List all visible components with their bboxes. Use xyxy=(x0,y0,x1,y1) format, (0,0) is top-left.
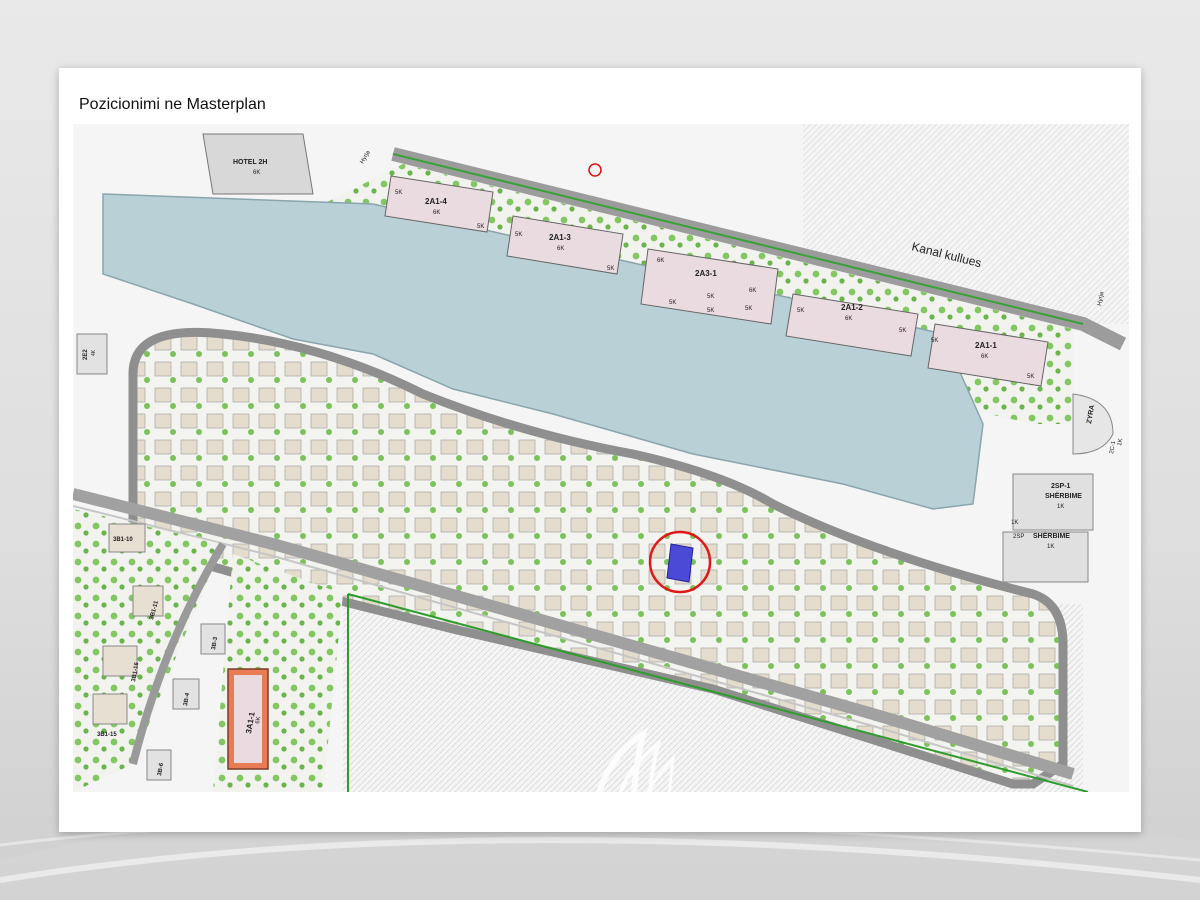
svg-text:6K: 6K xyxy=(433,210,440,216)
building-hotel-2h[interactable]: HOTEL 2H 6K xyxy=(202,133,314,195)
svg-text:5K: 5K xyxy=(931,338,938,344)
svg-text:6K: 6K xyxy=(255,716,262,724)
building-2sp-1[interactable]: 2SP-1 SHËRBIME 1K xyxy=(1012,473,1094,531)
masterplan-map[interactable]: Kanal kullues HOTEL 2H 6K 2A1-4 6K 5K 5K… xyxy=(73,124,1129,792)
svg-text:6K: 6K xyxy=(749,288,756,294)
svg-text:6K: 6K xyxy=(253,170,260,176)
svg-text:2SP-1: 2SP-1 xyxy=(1051,483,1071,490)
svg-text:6K: 6K xyxy=(981,354,988,360)
svg-text:2E2: 2E2 xyxy=(83,349,89,360)
building-3a1-1[interactable]: 3A1-1 6K xyxy=(227,668,269,770)
building-3b1-11[interactable]: 3B1-11 xyxy=(132,585,164,621)
svg-text:3B1-10: 3B1-10 xyxy=(113,537,133,543)
svg-text:HOTEL 2H: HOTEL 2H xyxy=(233,159,268,166)
svg-text:6K: 6K xyxy=(557,246,564,252)
svg-text:2SP: 2SP xyxy=(1013,534,1024,540)
svg-text:1K: 1K xyxy=(1011,520,1018,526)
svg-text:1K: 1K xyxy=(1117,438,1124,446)
svg-text:5K: 5K xyxy=(797,308,804,314)
svg-text:5K: 5K xyxy=(707,308,714,314)
svg-text:1K: 1K xyxy=(1057,504,1064,510)
svg-text:6K: 6K xyxy=(845,316,852,322)
svg-text:SHËRBIME: SHËRBIME xyxy=(1045,492,1082,500)
svg-text:2A3-1: 2A3-1 xyxy=(695,269,717,278)
svg-text:2A1-4: 2A1-4 xyxy=(425,197,447,206)
svg-text:4K: 4K xyxy=(91,349,97,356)
masterplan-card: Pozicionimi ne Masterplan Kanal kullues … xyxy=(59,68,1141,832)
svg-text:5K: 5K xyxy=(1027,374,1034,380)
building-3b-3[interactable]: 3B-3 xyxy=(200,623,226,655)
svg-text:5K: 5K xyxy=(899,328,906,334)
svg-text:5K: 5K xyxy=(707,294,714,300)
svg-text:2A1-3: 2A1-3 xyxy=(549,233,571,242)
svg-text:3B1-15: 3B1-15 xyxy=(97,732,117,738)
svg-text:5K: 5K xyxy=(669,300,676,306)
svg-text:1K: 1K xyxy=(1047,544,1054,550)
page-title: Pozicionimi ne Masterplan xyxy=(79,96,266,113)
svg-text:2A1-1: 2A1-1 xyxy=(975,341,997,350)
building-3b-4[interactable]: 3B-4 xyxy=(172,678,200,710)
building-3b1-10[interactable]: 3B1-10 xyxy=(108,523,146,553)
svg-text:5K: 5K xyxy=(745,306,752,312)
building-3b-6[interactable]: 3B-6 xyxy=(146,749,172,781)
building-2e2[interactable]: 2E2 4K xyxy=(76,333,108,375)
svg-text:5K: 5K xyxy=(607,266,614,272)
svg-text:5K: 5K xyxy=(395,190,402,196)
svg-text:6K: 6K xyxy=(657,258,664,264)
svg-text:5K: 5K xyxy=(477,224,484,230)
svg-text:SHËRBIME: SHËRBIME xyxy=(1033,532,1070,540)
svg-text:5K: 5K xyxy=(515,232,522,238)
svg-text:2A1-2: 2A1-2 xyxy=(841,303,863,312)
